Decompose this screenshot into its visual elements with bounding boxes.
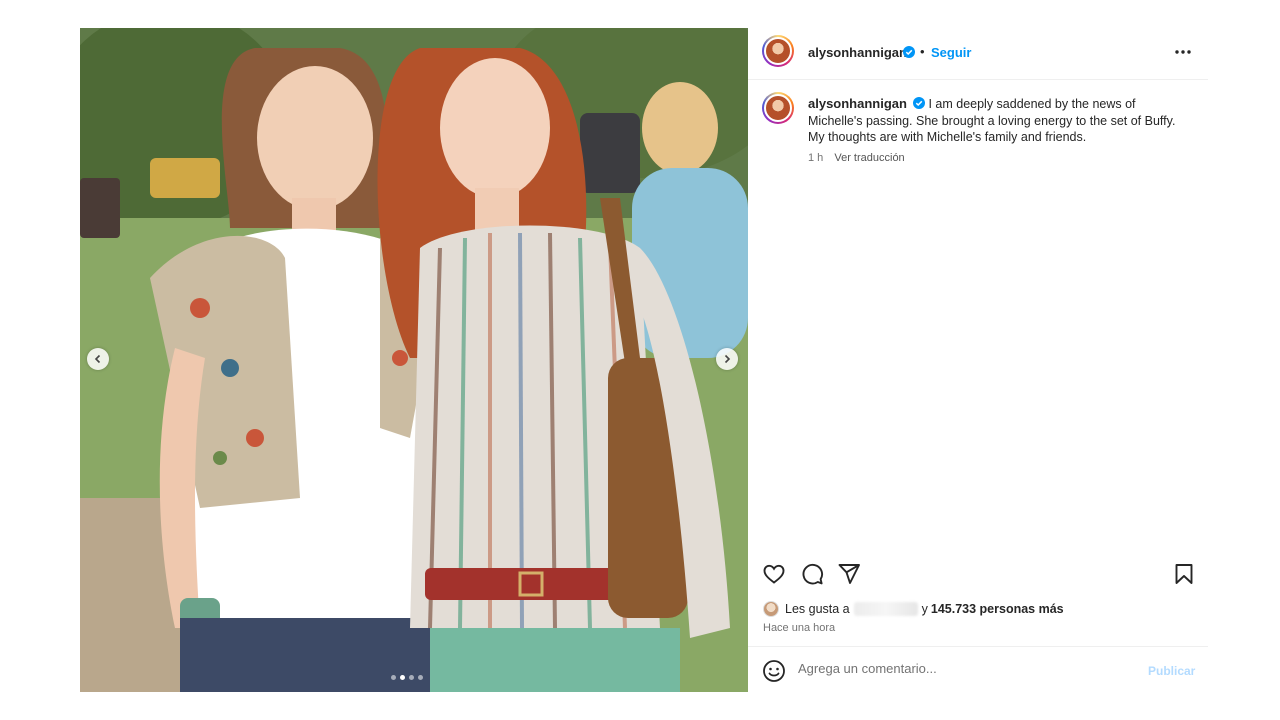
smiley-icon[interactable] xyxy=(762,659,786,683)
post-photo[interactable] xyxy=(80,28,748,692)
likes-connector: y xyxy=(921,602,928,616)
liker-avatar[interactable] xyxy=(763,601,779,617)
heart-icon[interactable] xyxy=(762,562,786,586)
comment-icon[interactable] xyxy=(800,562,824,586)
photo-illustration xyxy=(80,28,748,692)
caption-age: 1 h xyxy=(808,152,824,164)
likes-prefix: Les gusta a xyxy=(785,602,850,616)
carousel-prev-button[interactable] xyxy=(87,348,109,370)
caption-avatar[interactable] xyxy=(762,92,794,124)
follow-button[interactable]: Seguir xyxy=(931,45,971,60)
caption-username[interactable]: alysonhannigan xyxy=(808,96,907,111)
post-timestamp[interactable]: Hace una hora xyxy=(763,622,835,634)
verified-badge-icon xyxy=(903,46,915,58)
post-header: alysonhannigan • Seguir xyxy=(748,28,1208,80)
caption-text-block: alysonhannigan I am deeply saddened by t… xyxy=(808,96,1178,146)
see-translation-link[interactable]: Ver traducción xyxy=(834,152,904,164)
comment-box: Publicar xyxy=(748,646,1208,692)
publish-button[interactable]: Publicar xyxy=(1148,664,1195,678)
bookmark-icon[interactable] xyxy=(1172,562,1196,586)
carousel-dot xyxy=(409,675,414,680)
carousel-indicator xyxy=(391,675,423,680)
likes-count[interactable]: 145.733 personas más xyxy=(931,602,1064,616)
carousel-dot xyxy=(418,675,423,680)
carousel-next-button[interactable] xyxy=(716,348,738,370)
post-sidebar: alysonhannigan • Seguir alysonhannigan I… xyxy=(748,28,1208,692)
header-separator: • xyxy=(920,44,925,59)
carousel-dot-active xyxy=(400,675,405,680)
blurred-username xyxy=(853,602,918,616)
chevron-right-icon xyxy=(724,354,731,364)
chevron-left-icon xyxy=(94,354,101,364)
instagram-post: alysonhannigan • Seguir alysonhannigan I… xyxy=(80,28,1208,692)
author-username[interactable]: alysonhannigan xyxy=(808,45,907,60)
post-actions-bar xyxy=(748,558,1208,588)
paper-plane-icon[interactable] xyxy=(837,562,861,586)
carousel-dot xyxy=(391,675,396,680)
caption-meta: 1 h Ver traducción xyxy=(808,152,905,164)
author-avatar[interactable] xyxy=(762,35,794,67)
verified-badge-icon xyxy=(912,97,925,109)
comment-input[interactable] xyxy=(798,661,1128,676)
ellipsis-icon[interactable] xyxy=(1172,44,1194,60)
likes-summary: Les gusta a y 145.733 personas más xyxy=(763,600,1064,618)
